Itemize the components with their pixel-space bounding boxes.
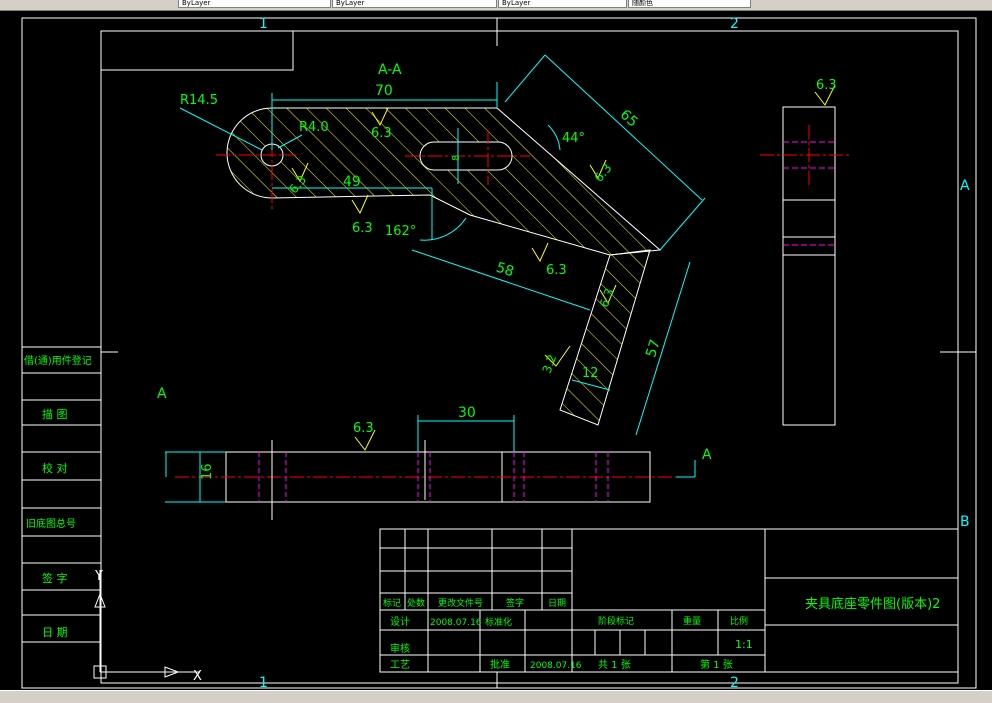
label-weight: 重量 [683,615,701,627]
roughness-8: 6.3 [816,78,837,93]
approve-date: 2008.07.16 [530,661,582,671]
dim-r145: R14.5 [180,93,218,108]
zone-label-b: B [960,514,970,530]
zone-label-top-2: 2 [730,16,739,32]
dim-30: 30 [458,405,476,421]
dim-49: 49 [343,174,361,190]
row-label-date: 日期 [548,598,566,609]
zone-label-a: A [960,178,970,194]
roughness-3: 6.3 [546,263,567,278]
row-label-mark: 标记 [383,597,401,609]
layer-dropdown[interactable]: ByLayer [178,0,331,8]
label-ratio: 比例 [730,615,748,627]
row-label-sign: 签字 [506,597,524,609]
sheet-number: 第 1 张 [700,658,733,671]
status-bar [0,690,992,703]
zone-label-bottom-2: 2 [730,675,739,690]
ucs-icon [93,570,200,679]
dim-angle-44: 44° [562,131,585,146]
strip-cell-check: 校 对 [42,461,68,475]
row-label-doc: 更改文件号 [438,597,483,609]
section-title: A-A [378,62,402,78]
scale-value: 1:1 [735,638,753,651]
strip-cell-trace: 描 图 [42,407,68,421]
section-arrow-label-left: A [157,386,167,402]
strip-cell-sign: 签 字 [42,571,68,585]
lineweight-dropdown[interactable]: 随颜色 [628,0,751,8]
zone-label-top-1: 1 [259,16,268,32]
color-dropdown[interactable]: ByLayer [332,0,497,8]
dim-16: 16 [200,463,215,480]
sheets-total: 共 1 张 [598,659,631,671]
drawing-canvas[interactable]: 1 2 1 2 A B 借(通)用件登记 描 图 校 对 旧底图总号 签 字 日… [0,10,992,690]
ucs-x-label: X [193,669,202,684]
zone-label-bottom-1: 1 [259,675,268,690]
label-stage: 阶段标记 [598,615,634,627]
roughness-1: 6.3 [371,126,392,141]
label-design: 设计 [390,615,410,628]
label-std: 标准化 [485,616,512,628]
value-date: 2008.07.16 [430,618,482,628]
row-label-count: 处数 [407,597,425,609]
dim-12: 12 [582,366,599,381]
inner-frame [100,30,959,684]
left-strip-table [21,346,102,643]
roughness-4: 6.3 [592,161,615,185]
linetype-dropdown[interactable]: ByLayer [498,0,627,8]
label-process: 工艺 [390,659,410,671]
roughness-7: 6.3 [353,421,374,436]
strip-cell-date: 日 期 [42,626,68,639]
ucs-y-label: Y [94,569,103,584]
section-lower-arm [559,249,651,426]
dim-angle-162: 162° [385,224,416,239]
dim-r40: R4.0 [299,120,329,135]
roughness-2: 6.3 [352,221,373,236]
dim-70: 70 [375,83,393,99]
strip-cell-register: 借(通)用件登记 [24,354,92,367]
label-approve: 批准 [490,658,510,671]
roughness-9: 3.2 [540,353,560,376]
part-name: 夹具底座零件图(版本)2 [805,596,940,612]
strip-cell-old-no: 旧底图总号 [26,517,76,530]
label-check: 审核 [390,642,410,655]
corner-box [101,31,294,71]
dim-58: 58 [494,260,516,281]
dim-65: 65 [617,107,641,131]
dim-8: 8 [451,155,462,161]
section-arrow-label-right: A [702,447,712,463]
